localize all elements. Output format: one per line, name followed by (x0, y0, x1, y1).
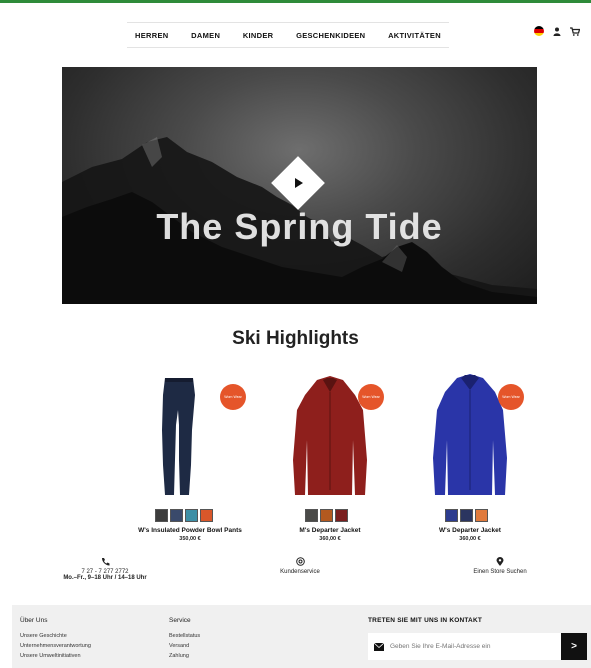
play-icon[interactable] (295, 178, 303, 188)
product-price: 350,00 € (179, 536, 201, 542)
product-image[interactable] (255, 370, 405, 502)
contact-phone[interactable]: 7 27 - 7 277 2772 Mo.–Fr., 9–18 Uhr / 14… (55, 557, 155, 581)
color-swatches (155, 509, 213, 522)
header-icons (534, 26, 580, 36)
user-icon[interactable] (553, 27, 561, 36)
top-accent-line (0, 0, 591, 3)
worn-wear-badge: Worn Wear (220, 384, 246, 410)
color-swatch[interactable] (320, 509, 333, 522)
product-card[interactable]: Worn Wear W's Insulated Powder Bowl Pant… (115, 370, 265, 550)
product-card[interactable]: Worn Wear M's Departer Jacket 360,00 € (255, 370, 405, 550)
color-swatches (305, 509, 348, 522)
color-swatch[interactable] (170, 509, 183, 522)
product-image[interactable] (395, 370, 545, 502)
footer-link[interactable]: Zahlung (169, 653, 189, 659)
newsletter-email-box (368, 633, 562, 660)
nav-item-geschenkideen[interactable]: GESCHENKIDEEN (296, 31, 365, 40)
worn-wear-badge: Worn Wear (358, 384, 384, 410)
help-icon (295, 557, 305, 566)
main-navigation: HERREN DAMEN KINDER GESCHENKIDEEN AKTIVI… (127, 22, 449, 48)
hero-title: The Spring Tide (156, 206, 443, 247)
nav-item-kinder[interactable]: KINDER (243, 31, 274, 40)
footer-link[interactable]: Unsere Umweltinitiativen (20, 653, 81, 659)
color-swatches (445, 509, 488, 522)
nav-item-damen[interactable]: DAMEN (191, 31, 220, 40)
footer-link[interactable]: Unsere Geschichte (20, 633, 67, 639)
store-finder-link[interactable]: Einen Store Suchen (455, 569, 545, 575)
footer-about-title: Über Uns (20, 617, 48, 624)
newsletter-title: TRETEN SIE MIT UNS IN KONTAKT (368, 617, 483, 624)
color-swatch[interactable] (200, 509, 213, 522)
footer-service-title: Service (169, 617, 191, 624)
phone-icon (101, 558, 109, 566)
contact-service[interactable]: Kundenservice (255, 557, 345, 575)
footer-link[interactable]: Versand (169, 643, 189, 649)
worn-wear-badge: Worn Wear (498, 384, 524, 410)
location-pin-icon (496, 557, 504, 566)
contact-store[interactable]: Einen Store Suchen (455, 557, 545, 575)
footer-link[interactable]: Bestellstatus (169, 633, 200, 639)
germany-flag-icon[interactable] (534, 26, 544, 36)
service-hours: Mo.–Fr., 9–18 Uhr / 14–18 Uhr (63, 575, 147, 581)
newsletter-email-input[interactable] (390, 643, 550, 650)
color-swatch[interactable] (185, 509, 198, 522)
nav-item-herren[interactable]: HERREN (135, 31, 168, 40)
color-swatch[interactable] (335, 509, 348, 522)
newsletter-submit-button[interactable]: > (561, 633, 587, 660)
color-swatch[interactable] (460, 509, 473, 522)
color-swatch[interactable] (445, 509, 458, 522)
product-price: 360,00 € (459, 536, 481, 542)
color-swatch[interactable] (475, 509, 488, 522)
product-card[interactable]: Worn Wear W's Departer Jacket 360,00 € (395, 370, 545, 550)
product-price: 360,00 € (319, 536, 341, 542)
nav-item-aktivitaeten[interactable]: AKTIVITÄTEN (388, 31, 441, 40)
mail-icon (374, 642, 384, 651)
customer-service-link[interactable]: Kundenservice (255, 569, 345, 575)
color-swatch[interactable] (305, 509, 318, 522)
section-title: Ski Highlights (232, 328, 359, 349)
footer-link[interactable]: Unternehmensverantwortung (20, 643, 91, 649)
color-swatch[interactable] (155, 509, 168, 522)
product-name[interactable]: W's Departer Jacket (395, 527, 545, 534)
footer: Über Uns Unsere Geschichte Unternehmensv… (12, 605, 591, 668)
cart-icon[interactable] (570, 26, 580, 36)
product-name[interactable]: W's Insulated Powder Bowl Pants (115, 527, 265, 534)
product-name[interactable]: M's Departer Jacket (255, 527, 405, 534)
